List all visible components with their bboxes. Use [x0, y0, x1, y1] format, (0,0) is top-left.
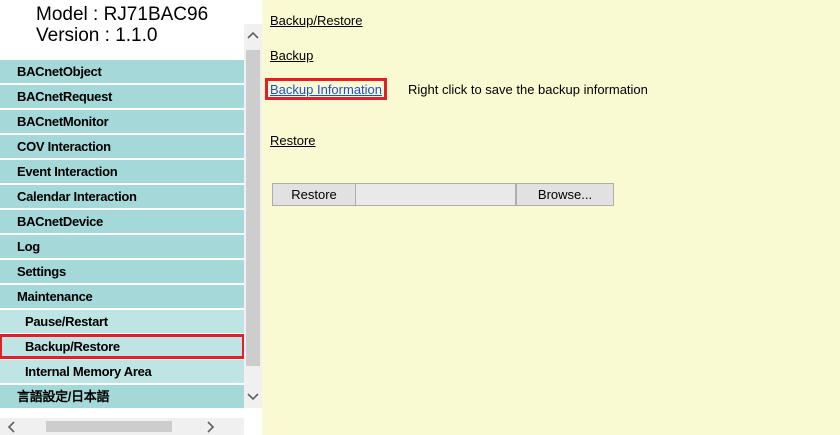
backup-information-hint: Right click to save the backup informati… — [408, 82, 648, 97]
navigation-menu: BACnetObject BACnetRequest BACnetMonitor… — [0, 60, 245, 410]
menu-item-internal-memory-area[interactable]: Internal Memory Area — [0, 360, 244, 383]
menu-item-backup-restore[interactable]: Backup/Restore — [0, 334, 245, 359]
menu-item-log[interactable]: Log — [0, 235, 244, 258]
vertical-scroll-thumb[interactable] — [246, 50, 260, 366]
model-label: Model : RJ71BAC96 — [36, 4, 209, 25]
backup-heading[interactable]: Backup — [270, 48, 313, 63]
device-info: Model : RJ71BAC96 Version : 1.1.0 — [36, 4, 208, 46]
vertical-scrollbar[interactable] — [244, 24, 262, 408]
menu-item-pause-restart[interactable]: Pause/Restart — [0, 310, 244, 333]
restore-button[interactable]: Restore — [272, 183, 356, 206]
breadcrumb[interactable]: Backup/Restore — [270, 13, 363, 28]
menu-item-bacnet-device[interactable]: BACnetDevice — [0, 210, 244, 233]
chevron-right-icon[interactable] — [202, 418, 220, 435]
chevron-up-icon[interactable] — [244, 26, 262, 44]
menu-item-bacnet-request[interactable]: BACnetRequest — [0, 85, 244, 108]
browse-button[interactable]: Browse... — [516, 183, 614, 206]
restore-heading[interactable]: Restore — [270, 133, 316, 148]
menu-item-maintenance[interactable]: Maintenance — [0, 285, 244, 308]
chevron-left-icon[interactable] — [2, 418, 20, 435]
backup-information-link[interactable]: Backup Information — [270, 82, 382, 97]
menu-item-language-setting[interactable]: 言語設定/日本語 — [0, 385, 244, 408]
menu-item-calendar-interaction[interactable]: Calendar Interaction — [0, 185, 244, 208]
restore-file-input[interactable] — [356, 183, 516, 206]
content-frame: Backup/Restore Backup Backup Information… — [262, 0, 840, 435]
chevron-down-icon[interactable] — [244, 388, 262, 406]
menu-item-cov-interaction[interactable]: COV Interaction — [0, 135, 244, 158]
version-label: Version : 1.1.0 — [36, 25, 158, 46]
menu-item-bacnet-object[interactable]: BACnetObject — [0, 60, 244, 83]
navigation-frame: Model : RJ71BAC96 Version : 1.1.0 BACnet… — [0, 0, 262, 435]
menu-item-settings[interactable]: Settings — [0, 260, 244, 283]
backup-information-highlight: Backup Information — [265, 78, 388, 100]
menu-item-event-interaction[interactable]: Event Interaction — [0, 160, 244, 183]
horizontal-scrollbar[interactable] — [0, 418, 244, 435]
horizontal-scroll-thumb[interactable] — [46, 421, 172, 432]
menu-item-bacnet-monitor[interactable]: BACnetMonitor — [0, 110, 244, 133]
